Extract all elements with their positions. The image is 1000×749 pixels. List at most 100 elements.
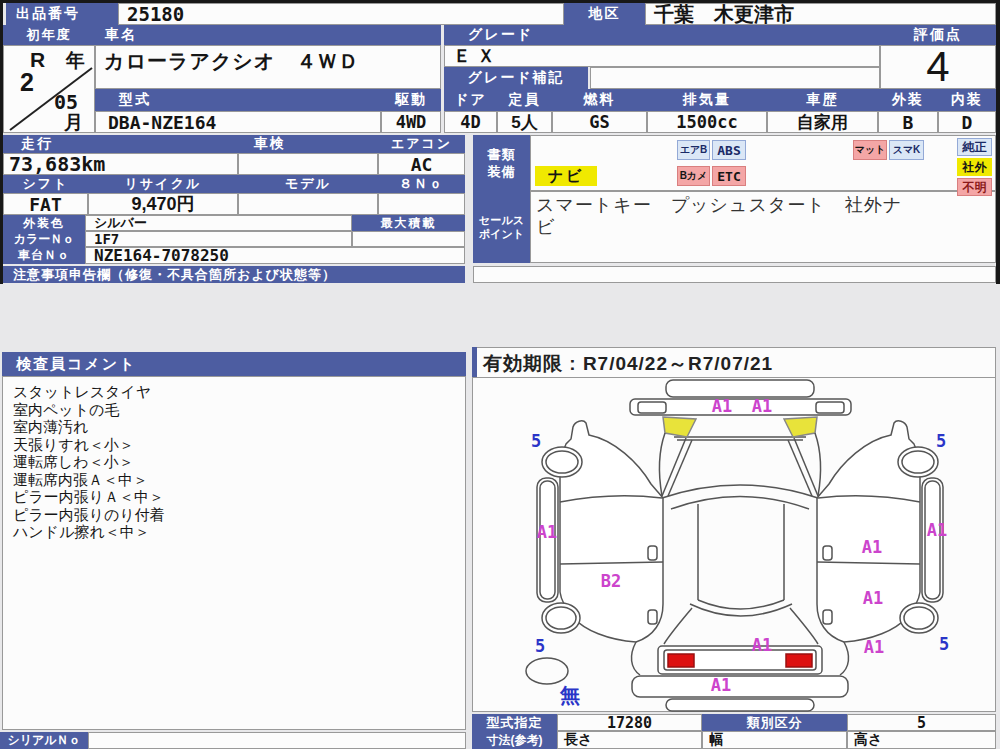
comment-line: 室内ペットの毛 [13, 401, 465, 419]
notes-label: 注意事項申告欄（修復・不具合箇所および状態等） [3, 266, 465, 283]
model-label: 型式 [95, 89, 381, 111]
displacement-label: 排気量 [647, 89, 767, 111]
equipment-box [530, 135, 996, 191]
tread-label: 5 [531, 431, 541, 451]
chassis-label: 車台Ｎｏ [3, 247, 85, 264]
mileage-label: 走行 [3, 135, 238, 153]
model2-value [238, 193, 378, 215]
damage-label: A1 [864, 637, 884, 657]
model-desig-label: 型式指定 [472, 714, 557, 731]
first-year-cell: R 年 2 05 月 [3, 45, 95, 133]
recycle-label: リサイクル [88, 175, 238, 193]
inspection-label: 車検 [238, 135, 378, 153]
comment-line: 運転席しわ＜小＞ [13, 453, 465, 471]
inspection-value [238, 153, 378, 175]
damage-label: B2 [601, 571, 621, 591]
grade-value: ＥＸ [444, 45, 880, 67]
max-load-label: 最大積載 [352, 215, 465, 231]
aircon-label: エアコン [378, 135, 465, 153]
grade-note-value [590, 67, 880, 89]
recycle-value: 9,470円 [88, 193, 238, 215]
genuine-badge: 純正 [957, 138, 992, 156]
tread-label: 5 [939, 634, 949, 654]
car-name-value: カローラアクシオ ４ＷＤ [95, 45, 441, 89]
eight-no-value [378, 193, 465, 215]
navi-badge: ナビ [535, 166, 597, 186]
inspector-comment-box: スタットレスタイヤ 室内ペットの毛 室内薄汚れ 天張りすれ＜小＞ 運転席しわ＜小… [2, 376, 466, 730]
height-label: 高さ [854, 731, 882, 749]
width-cell: 幅 [702, 731, 847, 749]
comment-line: ピラー内張りＡ＜中＞ [13, 488, 465, 506]
abs-badge: ABS [712, 140, 746, 160]
door-label: ドア [444, 89, 497, 111]
height-cell: 高さ [847, 731, 996, 749]
district-label: 地区 [564, 3, 645, 25]
displacement-value: 1500cc [647, 111, 767, 133]
model2-label: モデル [238, 175, 378, 193]
damage-label: A1 [862, 537, 882, 557]
first-year-value: 2 [20, 68, 34, 97]
validity-blue-bar [472, 347, 477, 378]
comment-line: 室内薄汚れ [13, 418, 465, 436]
car-name-label: 車名 [95, 25, 441, 45]
comment-line: ピラー内張りのり付着 [13, 506, 465, 524]
chassis-value: NZE164-7078250 [85, 247, 465, 264]
capacity-label: 定員 [497, 89, 552, 111]
mat-badge: マット [853, 140, 887, 160]
color-no-value: 1F7 [85, 231, 352, 247]
sales-point-label: セールス ポイント [473, 191, 530, 263]
comment-line: 運転席内張Ａ＜中＞ [13, 471, 465, 489]
right-border [996, 0, 1000, 284]
unknown-badge: 不明 [957, 178, 992, 196]
damage-label: A1 [752, 635, 772, 655]
airbag-badge: エアB [677, 140, 710, 160]
fuel-label: 燃料 [552, 89, 647, 111]
comment-line: ハンドル擦れ＜中＞ [13, 523, 465, 541]
comment-line: スタットレスタイヤ [13, 383, 465, 401]
width-label: 幅 [709, 731, 723, 749]
serial-no-label: シリアルＮｏ [0, 732, 88, 749]
tread-label: 5 [535, 636, 545, 656]
door-value: 4D [444, 111, 497, 133]
comment-line: 天張りすれ＜小＞ [13, 436, 465, 454]
tread-label: 5 [936, 431, 946, 451]
exterior-value: B [878, 111, 938, 133]
smartkey-badge: スマK [889, 140, 924, 160]
backcam-badge: Bカメ [677, 166, 710, 186]
eight-no-label: ８Ｎｏ [378, 175, 465, 193]
first-year-month-suffix: 月 [64, 110, 83, 136]
first-year-label: 初年度 [3, 25, 95, 45]
history-label: 車歴 [767, 89, 878, 111]
grade-note-label: グレード補記 [444, 67, 588, 89]
aircon-value: AC [378, 153, 465, 175]
max-load-value [352, 231, 465, 247]
class-label: 類別区分 [702, 714, 847, 731]
lot-number-label: 出品番号 [6, 3, 118, 25]
score-value: 4 [880, 45, 996, 89]
capacity-value: 5人 [497, 111, 552, 133]
interior-value: D [938, 111, 996, 133]
length-label: 長さ [564, 731, 592, 749]
score-label: 評価点 [880, 25, 996, 45]
district-value: 千葉 木更津市 [645, 3, 996, 25]
class-value: 5 [847, 714, 996, 731]
sales-point-text: スマートキー プッシュスタート 社外ナビ [536, 194, 904, 238]
color-label: 外装色 [3, 215, 85, 231]
damage-label: A1 [537, 522, 557, 542]
interior-label: 内装 [938, 89, 996, 111]
docs-equip-label: 書類 装備 [473, 135, 530, 191]
drive-label: 駆動 [381, 89, 441, 111]
history-value: 自家用 [767, 111, 878, 133]
grade-label: グレード [444, 25, 880, 45]
model-value: DBA-NZE164 [95, 111, 381, 133]
dims-label: 寸法(参考) [472, 731, 557, 749]
no-spare-label: 無 [560, 682, 580, 709]
mileage-value: 73,683km [3, 153, 238, 175]
damage-label: A1 [752, 396, 772, 416]
lot-number-value: 25180 [118, 3, 564, 25]
auction-sheet: { "header": { "lot_label": "出品番号", "lot_… [0, 0, 1000, 749]
length-cell: 長さ [557, 731, 702, 749]
damage-label: A1 [711, 675, 731, 695]
serial-no-value [88, 732, 466, 749]
color-no-label: カラーＮｏ [3, 231, 85, 247]
